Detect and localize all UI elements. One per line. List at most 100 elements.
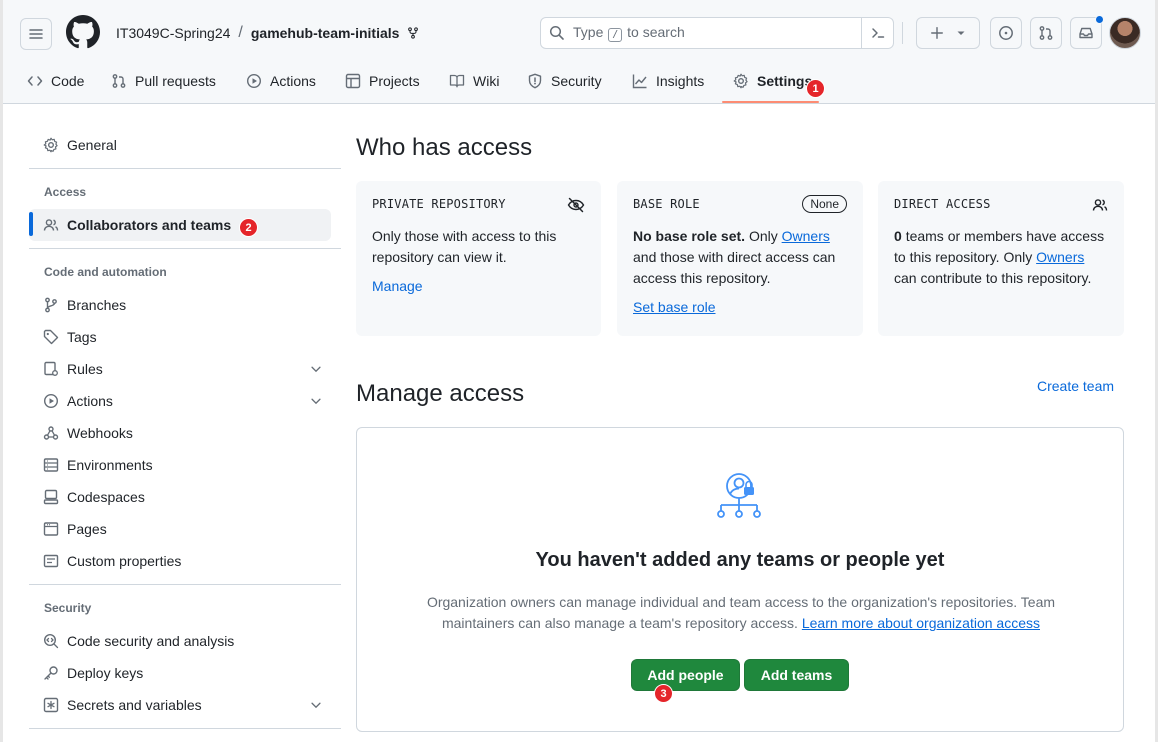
header-divider <box>902 22 903 44</box>
base-role-badge: None <box>802 195 847 213</box>
sidebar-item-code-security[interactable]: Code security and analysis <box>29 625 331 657</box>
sidebar-item-branches[interactable]: Branches <box>29 289 331 321</box>
manage-link[interactable]: Manage <box>372 278 423 294</box>
sidebar-divider <box>29 728 341 729</box>
inbox-icon <box>1079 27 1093 39</box>
set-base-role-link[interactable]: Set base role <box>633 299 716 315</box>
sidebar-divider <box>29 584 341 585</box>
sidebar-item-secrets-variables[interactable]: Secrets and variables <box>29 689 331 721</box>
card-label: PRIVATE REPOSITORY <box>372 197 506 211</box>
sidebar-item-actions[interactable]: Actions <box>29 385 331 417</box>
pull-request-icon <box>112 74 126 88</box>
owner-link[interactable]: IT3049C-Spring24 <box>116 25 230 41</box>
people-icon <box>43 219 59 231</box>
active-tab-underline <box>722 101 819 103</box>
window-frame-left <box>0 0 3 742</box>
breadcrumb: IT3049C-Spring24 / gamehub-team-initials <box>116 24 419 42</box>
create-new-button[interactable] <box>916 17 980 49</box>
learn-more-link[interactable]: Learn more about organization access <box>802 615 1040 631</box>
sidebar-item-label: General <box>67 137 117 153</box>
org-access-icon <box>717 473 761 518</box>
sidebar-item-tags[interactable]: Tags <box>29 321 331 353</box>
sidebar-item-custom-properties[interactable]: Custom properties <box>29 545 331 577</box>
tag-icon <box>43 329 59 345</box>
create-team-link[interactable]: Create team <box>1037 378 1114 394</box>
manage-access-title: Manage access <box>356 380 525 407</box>
tab-actions[interactable]: Actions <box>246 61 316 101</box>
notification-dot <box>1095 15 1104 24</box>
sidebar-section-access: Access <box>44 185 87 199</box>
empty-state-title: You haven't added any teams or people ye… <box>535 549 945 571</box>
search-placeholder: Type / to search <box>573 24 685 42</box>
issues-button[interactable] <box>990 17 1022 49</box>
sidebar-item-label: Webhooks <box>67 425 133 441</box>
sidebar-item-label: Codespaces <box>67 489 145 505</box>
tab-label: Actions <box>270 73 316 89</box>
step-badge-3: 3 <box>654 684 673 703</box>
command-palette-button[interactable] <box>861 18 893 48</box>
terminal-icon <box>871 28 884 38</box>
pull-request-icon <box>1039 26 1053 40</box>
sidebar-item-webhooks[interactable]: Webhooks <box>29 417 331 449</box>
github-logo-icon[interactable] <box>66 15 100 49</box>
sidebar-item-label: Tags <box>67 329 97 345</box>
fork-icon <box>408 27 419 39</box>
book-icon <box>449 74 465 88</box>
tab-wiki[interactable]: Wiki <box>449 61 499 101</box>
sidebar-section-code-automation: Code and automation <box>44 265 167 279</box>
add-teams-button[interactable]: Add teams <box>744 659 849 691</box>
card-text: 0 teams or members have access to this r… <box>894 228 1105 286</box>
people-icon <box>1092 199 1108 211</box>
sidebar-item-environments[interactable]: Environments <box>29 449 331 481</box>
repo-link[interactable]: gamehub-team-initials <box>251 25 400 41</box>
card-text: Only those with access to this repositor… <box>372 228 557 265</box>
tab-label: Insights <box>656 73 705 89</box>
owners-link[interactable]: Owners <box>1036 249 1084 265</box>
tab-label: Settings <box>757 73 813 89</box>
pull-requests-button[interactable] <box>1030 17 1062 49</box>
sidebar-active-indicator <box>29 212 33 236</box>
empty-state-description: Organization owners can manage individua… <box>426 594 1056 631</box>
server-icon <box>43 458 59 472</box>
asterisk-icon <box>43 697 59 713</box>
add-people-button[interactable]: Add people <box>631 659 740 691</box>
sidebar-item-rules[interactable]: Rules <box>29 353 331 385</box>
sidebar-item-general[interactable]: General <box>29 129 331 161</box>
webhook-icon <box>43 426 59 440</box>
gear-icon <box>43 137 58 153</box>
tab-security[interactable]: Security <box>527 61 602 101</box>
owners-link[interactable]: Owners <box>782 228 830 244</box>
sidebar-item-label: Code security and analysis <box>67 633 235 649</box>
browser-icon <box>43 522 59 536</box>
tab-pull-requests[interactable]: Pull requests <box>111 61 216 101</box>
avatar[interactable] <box>1109 17 1141 49</box>
menu-button[interactable] <box>20 18 52 50</box>
sidebar-section-security: Security <box>44 601 92 615</box>
sidebar-item-label: Deploy keys <box>67 665 144 681</box>
search-input[interactable]: Type / to search <box>540 17 894 49</box>
sidebar-item-label: Branches <box>67 297 127 313</box>
tab-code[interactable]: Code <box>27 61 84 101</box>
sidebar-item-deploy-keys[interactable]: Deploy keys <box>29 657 331 689</box>
base-role-card: BASE ROLE None No base role set. Only Ow… <box>617 181 863 336</box>
breadcrumb-separator: / <box>238 24 243 41</box>
tab-insights[interactable]: Insights <box>632 61 704 101</box>
direct-access-card: DIRECT ACCESS 0 teams or members have ac… <box>878 181 1124 336</box>
sidebar-item-codespaces[interactable]: Codespaces <box>29 481 331 513</box>
issue-icon <box>999 26 1013 40</box>
chevron-down-icon <box>311 702 321 709</box>
branch-icon <box>45 297 57 313</box>
table-icon <box>345 73 361 89</box>
codescan-icon <box>43 633 59 649</box>
tab-label: Code <box>51 73 85 89</box>
step-badge-2: 2 <box>239 218 258 237</box>
tab-settings[interactable]: Settings <box>733 61 812 101</box>
sidebar-item-pages[interactable]: Pages <box>29 513 331 545</box>
codespaces-icon <box>43 489 59 505</box>
inbox-button[interactable] <box>1070 15 1104 49</box>
sidebar-item-collaborators[interactable]: Collaborators and teams <box>29 209 331 241</box>
card-label: DIRECT ACCESS <box>894 197 991 211</box>
tab-projects[interactable]: Projects <box>345 61 420 101</box>
shield-icon <box>528 73 542 89</box>
play-icon <box>246 73 262 89</box>
